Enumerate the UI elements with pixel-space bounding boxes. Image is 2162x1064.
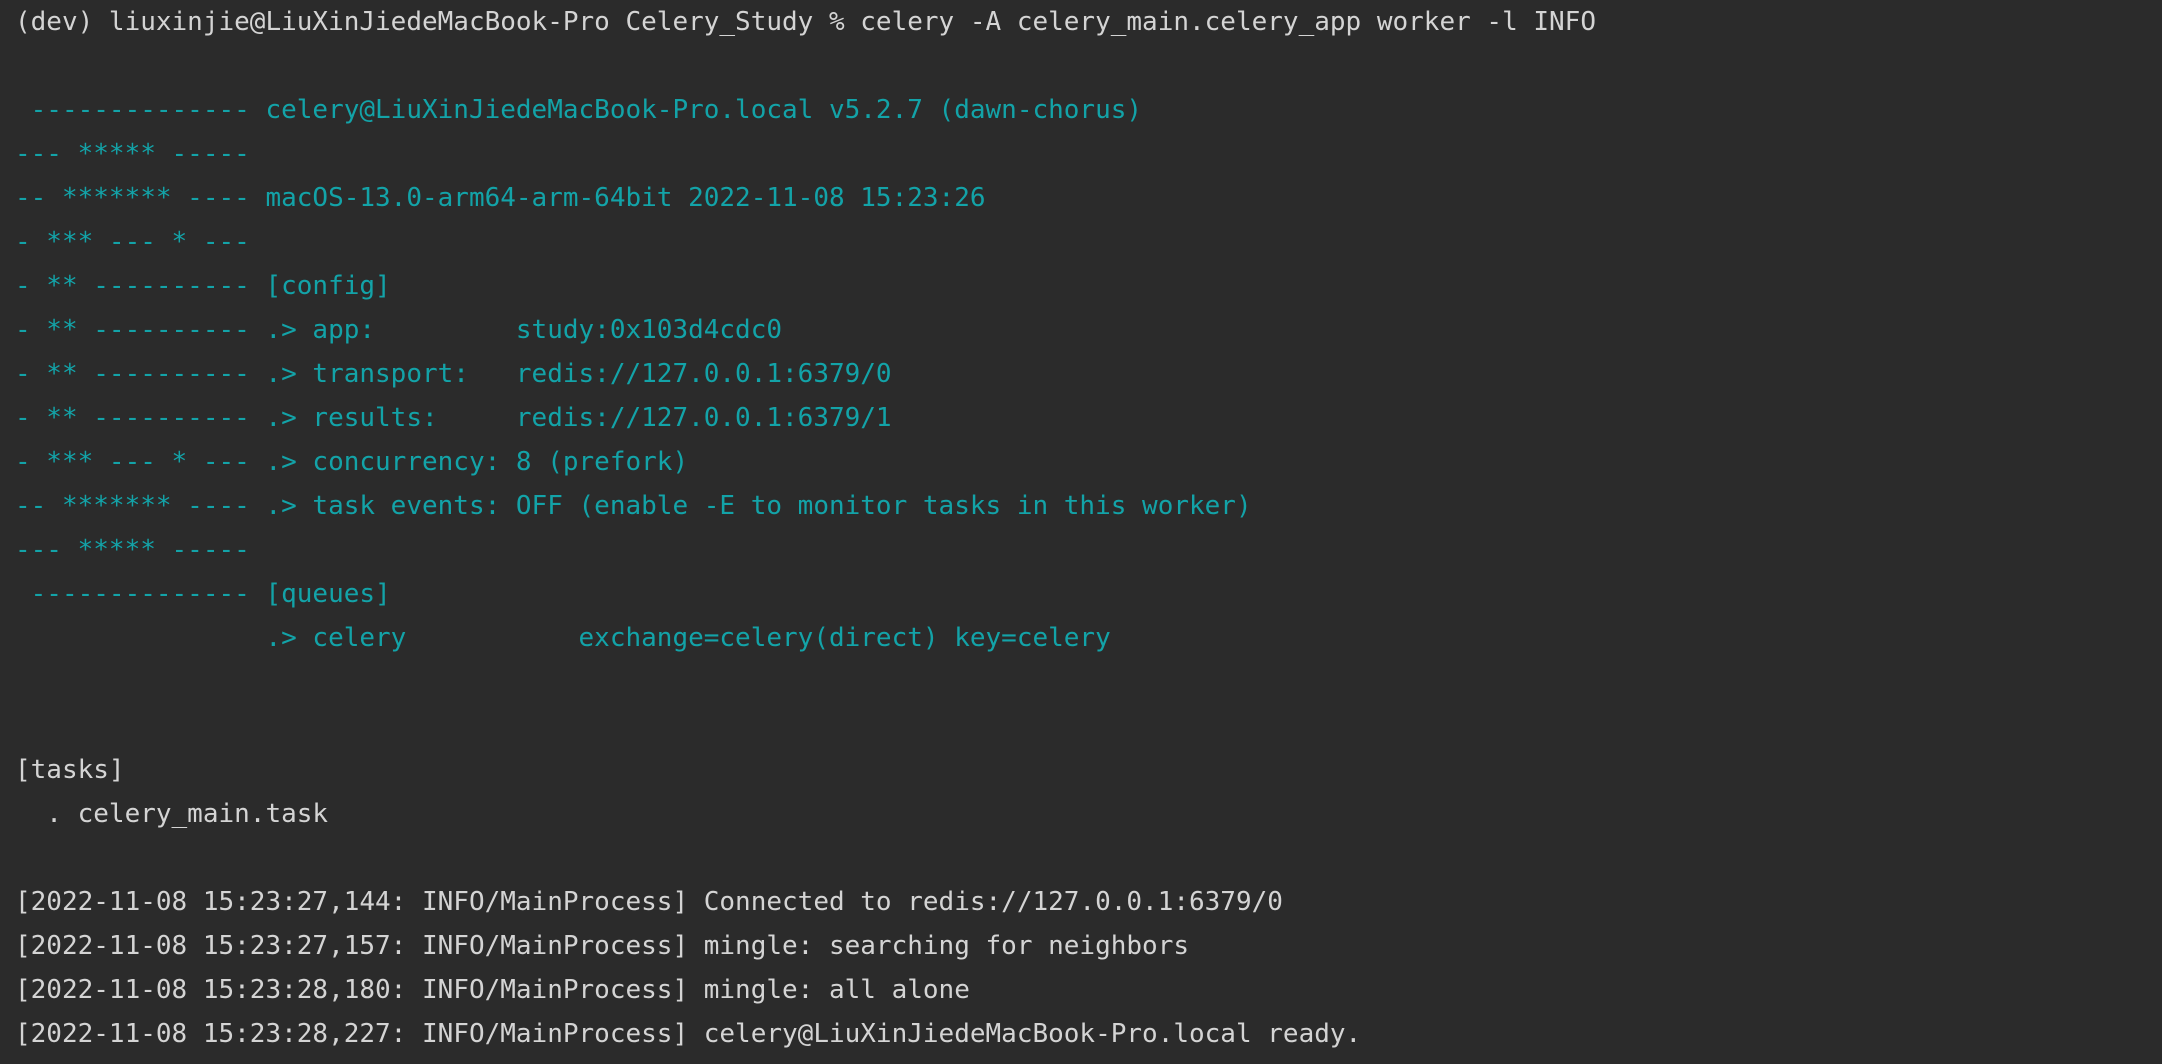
banner-line: --- ***** ----- <box>15 139 250 169</box>
banner-line: - ** ---------- [config] <box>15 271 391 301</box>
log-line: [2022-11-08 15:23:27,144: INFO/MainProce… <box>15 887 1283 917</box>
terminal-output[interactable]: (dev) liuxinjie@LiuXinJiedeMacBook-Pro C… <box>0 0 2162 1064</box>
log-line: [2022-11-08 15:23:27,157: INFO/MainProce… <box>15 931 1189 961</box>
banner-line: .> celery exchange=celery(direct) key=ce… <box>15 623 1111 653</box>
banner-line: -- ******* ---- .> task events: OFF (ena… <box>15 491 1252 521</box>
log-line: [2022-11-08 15:23:28,227: INFO/MainProce… <box>15 1019 1362 1049</box>
banner-line: - ** ---------- .> results: redis://127.… <box>15 403 892 433</box>
banner-line: --- ***** ----- <box>15 535 250 565</box>
banner-line: - *** --- * --- <box>15 227 250 257</box>
task-item: . celery_main.task <box>15 799 329 829</box>
banner-line: -------------- celery@LiuXinJiedeMacBook… <box>15 95 1143 125</box>
banner-line: - *** --- * --- .> concurrency: 8 (prefo… <box>15 447 689 477</box>
banner-line: - ** ---------- .> transport: redis://12… <box>15 359 892 389</box>
banner-line: - ** ---------- .> app: study:0x103d4cdc… <box>15 315 783 345</box>
command-line: (dev) liuxinjie@LiuXinJiedeMacBook-Pro C… <box>15 7 1596 37</box>
tasks-header: [tasks] <box>15 755 125 785</box>
banner-line: -- ******* ---- macOS-13.0-arm64-arm-64b… <box>15 183 986 213</box>
banner-line: -------------- [queues] <box>15 579 391 609</box>
log-line: [2022-11-08 15:23:28,180: INFO/MainProce… <box>15 975 970 1005</box>
